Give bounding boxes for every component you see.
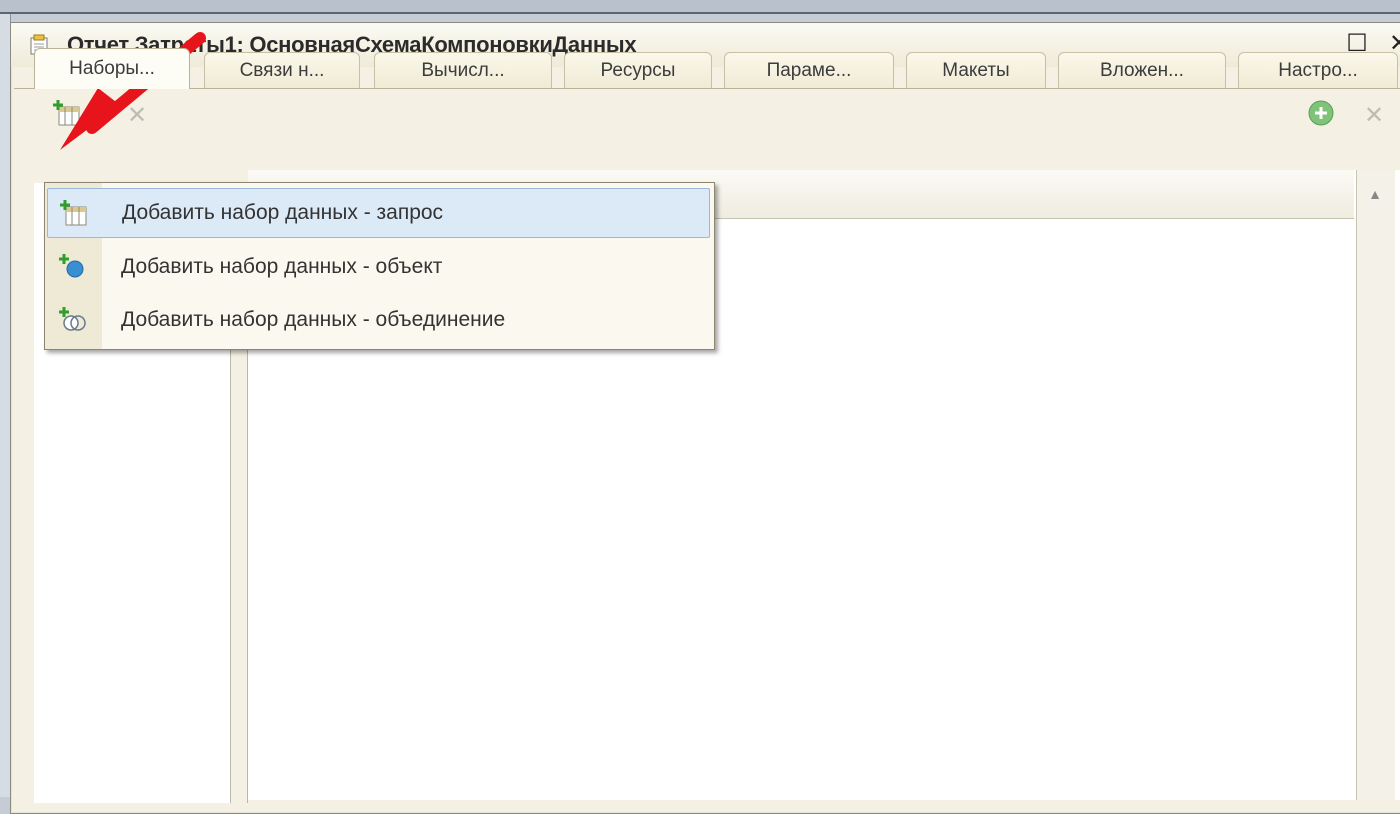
menu-item-add-query[interactable]: Добавить набор данных - запрос [47, 188, 710, 238]
vertical-scrollbar[interactable] [1356, 170, 1395, 800]
tab-bar: Наборы... Связи н... Вычисл... Ресурсы П… [14, 48, 1400, 89]
add-circle-icon [1307, 99, 1335, 132]
tab-label: Вычисл... [421, 59, 505, 81]
add-object-dataset-icon [47, 242, 99, 292]
delete-dataset-button[interactable]: ✕ [120, 98, 154, 132]
add-table-icon [52, 98, 86, 133]
tab-label: Вложен... [1100, 59, 1184, 81]
menu-item-label: Добавить набор данных - объект [121, 255, 443, 278]
chevron-down-icon: ▼ [86, 109, 97, 121]
menu-item-label: Добавить набор данных - запрос [122, 201, 444, 224]
tab-parameters[interactable]: Параме... [724, 52, 894, 88]
add-union-dataset-icon [47, 295, 99, 345]
add-dataset-dropdown-button[interactable]: ▼ [42, 98, 106, 132]
tab-label: Параме... [766, 59, 852, 81]
delete-x-icon: ✕ [126, 101, 148, 129]
tab-label: Макеты [942, 59, 1010, 81]
tab-resources[interactable]: Ресурсы [564, 52, 712, 88]
tab-label: Настро... [1278, 59, 1358, 81]
desktop-top-bar [0, 0, 1400, 14]
tab-settings[interactable]: Настро... [1238, 52, 1398, 88]
tab-nested[interactable]: Вложен... [1058, 52, 1226, 88]
delete-field-button[interactable]: ✕ [1354, 98, 1394, 132]
datasets-toolbar: ▼ ✕ ✕ [14, 96, 1400, 136]
tab-templates[interactable]: Макеты [906, 52, 1046, 88]
delete-x-icon: ✕ [1363, 101, 1385, 129]
menu-item-add-object[interactable]: Добавить набор данных - объект [47, 242, 710, 292]
tab-underline [14, 88, 1400, 89]
tab-links[interactable]: Связи н... [204, 52, 360, 88]
add-dataset-menu: Добавить набор данных - запрос Добавить … [44, 182, 715, 350]
tab-calculated[interactable]: Вычисл... [374, 52, 552, 88]
tab-label: Ресурсы [600, 59, 676, 81]
menu-item-add-union[interactable]: Добавить набор данных - объединение [47, 295, 710, 345]
tab-label: Связи н... [239, 59, 325, 81]
scroll-up-icon[interactable]: ▲ [1356, 170, 1394, 218]
add-query-dataset-icon [48, 188, 100, 238]
add-field-button[interactable] [1304, 98, 1338, 132]
menu-item-label: Добавить набор данных - объединение [121, 308, 506, 331]
tab-datasets[interactable]: Наборы... [34, 48, 190, 89]
tab-label: Наборы... [69, 58, 155, 79]
